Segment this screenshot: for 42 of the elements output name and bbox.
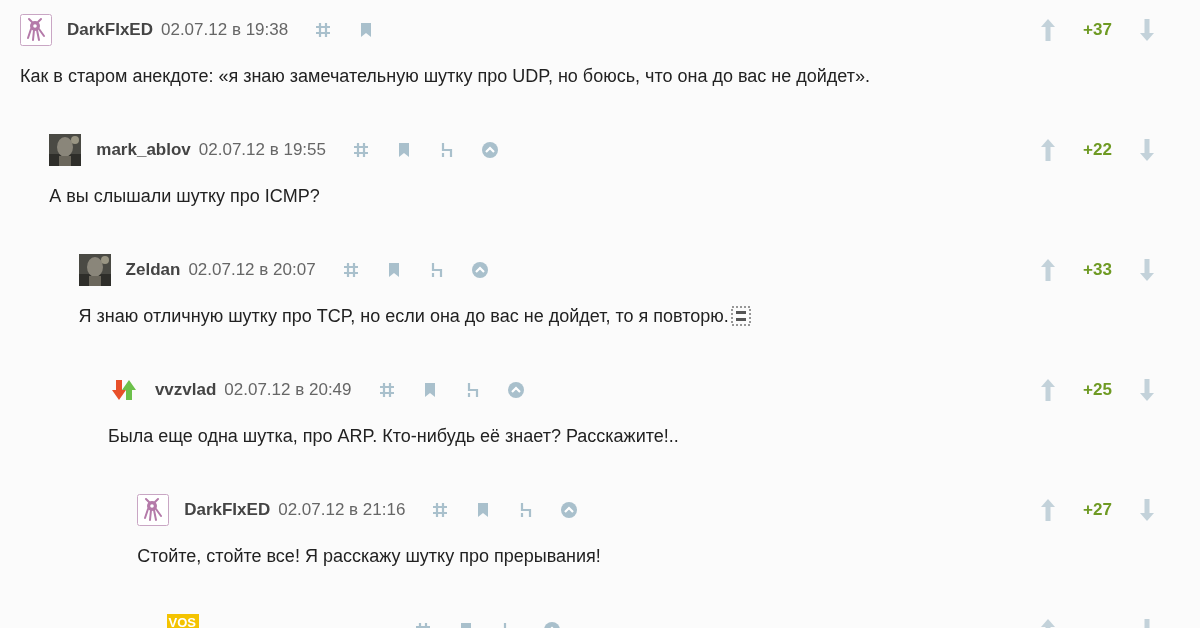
downvote-icon[interactable] bbox=[1139, 498, 1155, 522]
avatar-badge: VOS bbox=[166, 614, 199, 628]
comment-score: +22 bbox=[1083, 140, 1112, 160]
upvote-icon[interactable] bbox=[1040, 18, 1056, 42]
hash-icon[interactable] bbox=[341, 261, 360, 279]
comment-text: Стойте, стойте все! Я расскажу шутку про прерывания! bbox=[137, 545, 601, 567]
downvote-icon[interactable] bbox=[1139, 378, 1155, 402]
comment-text: Как в старом анекдоте: «я знаю замечательную шутку про UDP, но боюсь, что она до вас не дойдет». bbox=[20, 65, 871, 87]
downvote-icon[interactable] bbox=[1139, 258, 1155, 282]
comment-score: +37 bbox=[1083, 20, 1112, 40]
author-name[interactable]: DarkFIxED bbox=[67, 20, 153, 40]
hash-icon[interactable] bbox=[314, 21, 333, 39]
scroll-up-icon[interactable] bbox=[470, 261, 489, 279]
comment-date: 02.07.12 в 20:07 bbox=[188, 260, 316, 280]
comment-date: 02.07.12 в 19:38 bbox=[161, 20, 289, 40]
hash-icon[interactable] bbox=[377, 381, 396, 399]
author-name[interactable]: mark_ablov bbox=[96, 140, 191, 160]
comment-date: 02.07.12 в 21:16 bbox=[278, 500, 406, 520]
comment-text: Была еще одна шутка, про ARP. Кто-нибудь её знает? Расскажите!.. bbox=[107, 425, 679, 447]
upvote-icon[interactable] bbox=[1040, 498, 1056, 522]
hash-icon[interactable] bbox=[431, 501, 450, 519]
scroll-up-icon[interactable] bbox=[560, 501, 579, 519]
comment-score: +27 bbox=[1083, 500, 1112, 520]
comment-score: +25 bbox=[1083, 380, 1112, 400]
avatar-icon bbox=[137, 494, 170, 526]
scroll-up-icon[interactable] bbox=[506, 381, 525, 399]
upvote-icon[interactable] bbox=[1040, 138, 1056, 162]
author-name[interactable]: Zeldan bbox=[125, 260, 181, 280]
hash-icon[interactable] bbox=[352, 141, 370, 159]
comment-date: 02.07.12 в 20:49 bbox=[224, 380, 352, 400]
avatar-icon bbox=[20, 14, 52, 46]
downvote-icon[interactable] bbox=[1139, 138, 1155, 162]
comment-score: +33 bbox=[1083, 260, 1112, 280]
author-name[interactable]: DarkFIxED bbox=[184, 500, 271, 520]
comment-date: 02.07.12 в 19:55 bbox=[198, 140, 326, 160]
comment-text: А вы слышали шутку про ICMP? bbox=[49, 185, 320, 207]
downvote-icon[interactable] bbox=[1139, 18, 1155, 42]
author-name[interactable]: vvzvlad bbox=[154, 380, 217, 400]
comment-text: Я знаю отличную шутку про TCP, но если она до вас не дойдет, то я повторю. bbox=[78, 305, 729, 327]
upvote-icon[interactable] bbox=[1040, 258, 1056, 282]
scroll-up-icon[interactable] bbox=[481, 141, 499, 159]
upvote-icon[interactable] bbox=[1040, 378, 1056, 402]
